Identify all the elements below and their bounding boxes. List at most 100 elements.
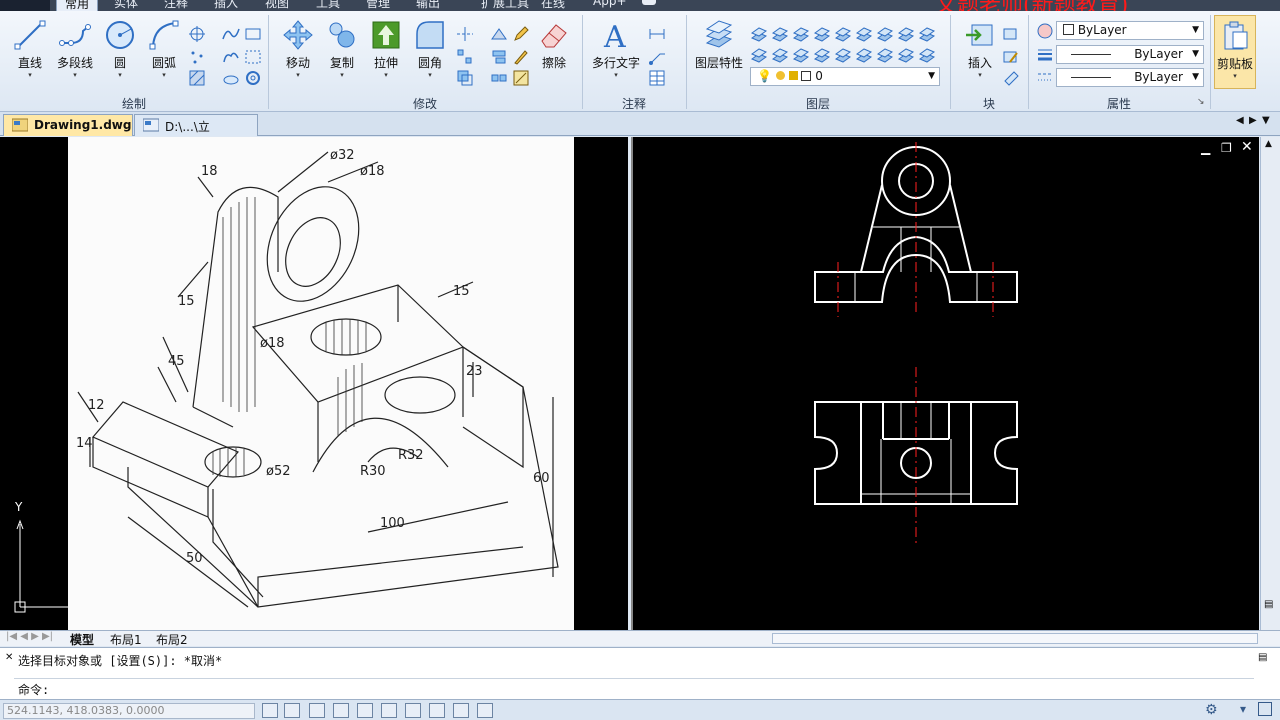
clipboard-button[interactable]: 剪贴板 ▾	[1214, 15, 1256, 89]
crosshair-icon[interactable]	[188, 25, 206, 43]
erase-button[interactable]: 擦除	[532, 19, 576, 71]
lineweight-toggle-icon[interactable]	[429, 703, 445, 718]
layer-tool-icon[interactable]	[918, 46, 936, 64]
mtext-button[interactable]: A 多行文字 ▾	[592, 19, 640, 79]
doc-tab-drawing1[interactable]: Drawing1.dwg	[3, 114, 133, 136]
layer-tool-icon[interactable]	[792, 25, 810, 43]
close-command-icon[interactable]: ✕	[5, 652, 13, 663]
move-button[interactable]: 移动 ▾	[276, 19, 320, 79]
layer-tool-icon[interactable]	[750, 25, 768, 43]
circle-button[interactable]: 圆 ▾	[98, 19, 142, 79]
layer-tool-icon[interactable]	[918, 25, 936, 43]
workspace-icon[interactable]: ▾	[1240, 702, 1246, 716]
revcloud-icon[interactable]	[222, 48, 240, 66]
dynamic-input-icon[interactable]	[453, 703, 469, 718]
right-viewport[interactable]: ▁ ❐ ✕	[631, 137, 1259, 630]
snap-icon[interactable]	[262, 703, 278, 718]
layer-tool-icon[interactable]	[897, 46, 915, 64]
trim-icon[interactable]	[456, 25, 474, 43]
arc-button[interactable]: 圆弧 ▾	[142, 19, 186, 79]
layer-tool-icon[interactable]	[792, 46, 810, 64]
fullscreen-icon[interactable]	[1258, 702, 1272, 716]
donut-icon[interactable]	[244, 69, 262, 87]
table-icon[interactable]	[648, 69, 666, 87]
tab-online[interactable]: 在线	[541, 0, 565, 11]
layer-tool-icon[interactable]	[834, 25, 852, 43]
cloud-icon[interactable]	[222, 69, 240, 87]
layer-tool-icon[interactable]	[876, 46, 894, 64]
tab-scroll-right-icon[interactable]: ▶	[1249, 115, 1257, 126]
tab-list-icon[interactable]: ▼	[1262, 115, 1270, 126]
tab-manage[interactable]: 管理	[366, 0, 390, 11]
color-dropdown[interactable]: ByLayer ▼	[1056, 21, 1204, 40]
tab-extensions[interactable]: 扩展工具	[481, 0, 529, 11]
layout-tab-1[interactable]: 布局1	[110, 631, 142, 648]
tab-output[interactable]: 输出	[416, 0, 440, 11]
layer-tool-icon[interactable]	[876, 25, 894, 43]
create-block-icon[interactable]	[1002, 25, 1020, 43]
join-icon[interactable]	[490, 69, 508, 87]
layer-tool-icon[interactable]	[834, 46, 852, 64]
layout-tab-model[interactable]: 模型	[70, 631, 94, 648]
tab-insert[interactable]: 插入	[214, 0, 238, 11]
rectangle-icon[interactable]	[244, 25, 262, 43]
grid-icon[interactable]	[284, 703, 300, 718]
command-input[interactable]: 命令:	[14, 678, 1254, 697]
layer-tool-icon[interactable]	[813, 46, 831, 64]
app-menu-button[interactable]	[0, 0, 50, 11]
insert-block-button[interactable]: 插入 ▾	[958, 19, 1002, 79]
tab-apps[interactable]: App+	[593, 0, 627, 8]
horizontal-scrollbar[interactable]	[772, 633, 1258, 644]
lineweight-icon[interactable]	[1036, 45, 1054, 63]
left-viewport[interactable]: 18 ø32 ø18 15 15 45 ø18 23 12 14 ø52 R30…	[0, 137, 628, 630]
scroll-up-icon[interactable]: ▲	[1265, 139, 1272, 149]
hatch-icon[interactable]	[188, 69, 206, 87]
osnap-icon[interactable]	[357, 703, 373, 718]
linetype-icon[interactable]	[1036, 68, 1054, 86]
layer-tool-icon[interactable]	[771, 25, 789, 43]
layer-tool-icon[interactable]	[813, 25, 831, 43]
offset-icon[interactable]	[456, 69, 474, 87]
dyn-ucs-icon[interactable]	[405, 703, 421, 718]
layer-tool-icon[interactable]	[855, 46, 873, 64]
tab-view[interactable]: 视图	[265, 0, 289, 11]
scroll-down-icon[interactable]: ▤	[1264, 599, 1273, 610]
tab-scroll-left-icon[interactable]: ◀	[1236, 115, 1244, 126]
layer-tool-icon[interactable]	[771, 46, 789, 64]
layer-tool-icon[interactable]	[897, 25, 915, 43]
lineweight-dropdown[interactable]: ByLayer ▼	[1056, 68, 1204, 87]
quick-properties-icon[interactable]	[477, 703, 493, 718]
linear-dimension-icon[interactable]	[648, 25, 666, 43]
align-icon[interactable]	[490, 48, 508, 66]
layer-tool-icon[interactable]	[750, 46, 768, 64]
array-icon[interactable]	[456, 48, 474, 66]
otrack-icon[interactable]	[381, 703, 397, 718]
panel-launcher-icon[interactable]: ↘	[1197, 97, 1205, 107]
ortho-icon[interactable]	[309, 703, 325, 718]
color-wheel-icon[interactable]	[1036, 22, 1054, 40]
fillet-button[interactable]: 圆角 ▾	[408, 19, 452, 79]
points-icon[interactable]	[188, 48, 206, 66]
ribbon-toggle-icon[interactable]	[642, 0, 656, 5]
layer-properties-button[interactable]: 图层特性	[694, 19, 744, 71]
layer-dropdown[interactable]: 💡 0 ▼	[750, 67, 940, 86]
doc-tab-solid[interactable]: D:\...\立体.dwg	[134, 114, 258, 151]
layout-nav-icon[interactable]: |◀ ◀ ▶ ▶|	[6, 631, 53, 642]
attribute-icon[interactable]	[1002, 69, 1020, 87]
spline-icon[interactable]	[222, 25, 240, 43]
brush-icon[interactable]	[512, 48, 530, 66]
polyline-button[interactable]: 多段线 ▾	[52, 19, 98, 79]
stretch-button[interactable]: 拉伸 ▾	[364, 19, 408, 79]
command-scroll-icon[interactable]: ▤	[1258, 652, 1267, 663]
gear-icon[interactable]: ⚙	[1205, 702, 1218, 718]
vertical-scrollbar[interactable]: ▲ ▤	[1260, 137, 1280, 630]
layer-tool-icon[interactable]	[855, 25, 873, 43]
explode-icon[interactable]	[490, 25, 508, 43]
edit-block-icon[interactable]	[1002, 48, 1020, 66]
tab-tools[interactable]: 工具	[316, 0, 340, 11]
match-properties-icon[interactable]	[512, 69, 530, 87]
leader-icon[interactable]	[648, 48, 666, 66]
polar-icon[interactable]	[333, 703, 349, 718]
pencil-icon[interactable]	[512, 25, 530, 43]
tab-solid[interactable]: 实体	[114, 0, 138, 11]
